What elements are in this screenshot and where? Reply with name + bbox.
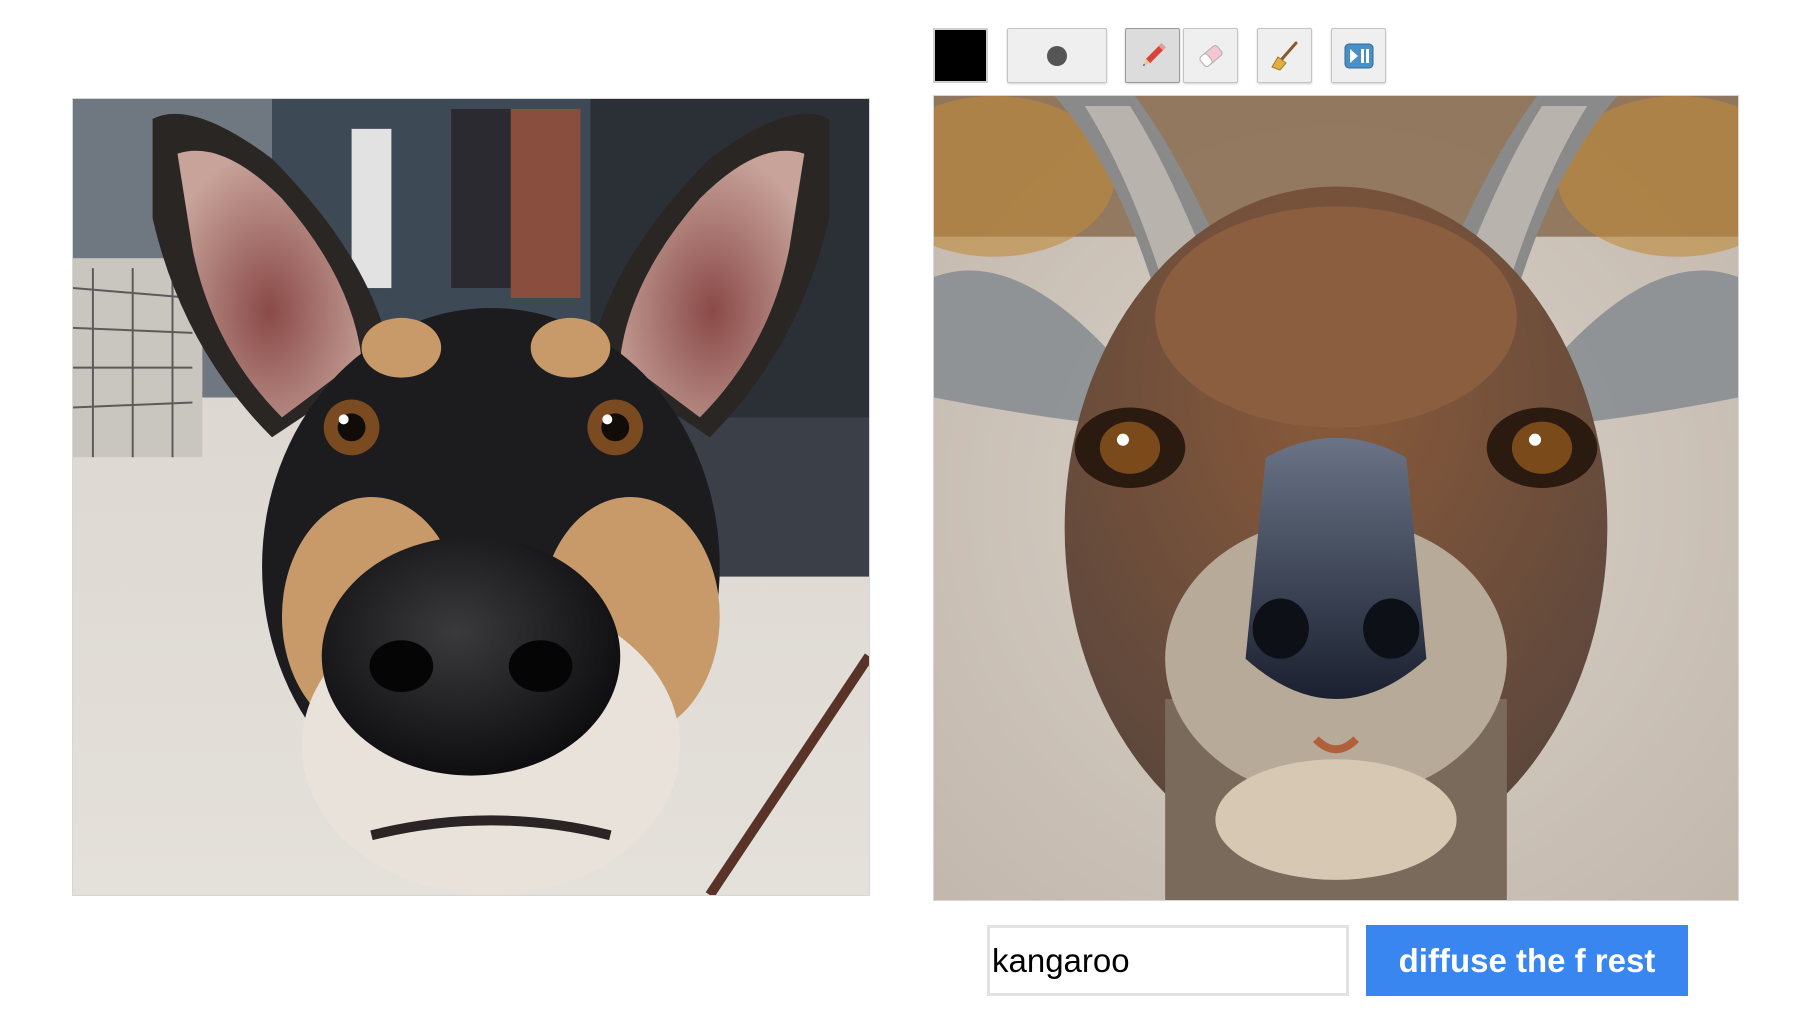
kangaroo-image-illustration (934, 96, 1738, 900)
color-swatch-fill (935, 30, 986, 81)
play-pause-icon (1344, 43, 1373, 68)
color-swatch[interactable] (933, 28, 988, 83)
play-pause-button[interactable] (1331, 28, 1386, 83)
app-stage: diffuse the f rest (0, 0, 1804, 1018)
brush-size-button[interactable] (1007, 28, 1107, 83)
pencil-button[interactable] (1125, 28, 1180, 83)
diffuse-button[interactable]: diffuse the f rest (1366, 925, 1688, 996)
broom-icon (1270, 41, 1297, 71)
clear-button[interactable] (1257, 28, 1312, 83)
source-photo (72, 98, 870, 896)
pencil-icon (1142, 42, 1166, 66)
dog-photo-illustration (73, 99, 869, 895)
eraser-icon (1198, 44, 1223, 67)
output-canvas[interactable] (933, 95, 1739, 901)
prompt-input[interactable] (987, 925, 1349, 996)
eraser-button[interactable] (1183, 28, 1238, 83)
dot-icon (1047, 45, 1067, 66)
